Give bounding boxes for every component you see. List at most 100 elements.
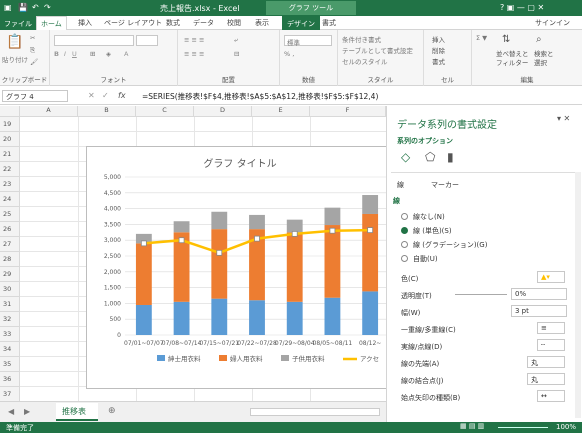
- tab-view[interactable]: 表示: [255, 18, 269, 28]
- row-header[interactable]: 33: [0, 327, 20, 342]
- undo-icon[interactable]: ↶: [32, 3, 39, 12]
- pane-scrollbar[interactable]: [575, 172, 581, 418]
- format-as-table-button[interactable]: テーブルとして書式設定: [342, 45, 413, 55]
- tab-page-layout[interactable]: ページ レイアウト: [104, 18, 162, 28]
- row-header[interactable]: 28: [0, 252, 20, 267]
- row-header[interactable]: 30: [0, 282, 20, 297]
- arrow-button[interactable]: ↔: [537, 390, 565, 402]
- save-icon[interactable]: 💾: [18, 3, 28, 12]
- row-header[interactable]: 34: [0, 342, 20, 357]
- find-select-button-line2[interactable]: 選択: [534, 57, 547, 67]
- row-header[interactable]: 25: [0, 207, 20, 222]
- tab-data[interactable]: データ: [193, 18, 214, 28]
- tab-review[interactable]: 校閲: [227, 18, 241, 28]
- align-top-icon[interactable]: ≡ ≡ ≡: [184, 36, 204, 44]
- corner-select-all[interactable]: [0, 106, 20, 117]
- tab-design[interactable]: デザイン: [282, 16, 320, 30]
- currency-icon[interactable]: % ,: [284, 50, 294, 58]
- sort-icon[interactable]: ⇅: [502, 34, 510, 45]
- view-icons[interactable]: ▦ ▤ ▥: [460, 422, 484, 430]
- paste-button[interactable]: 貼り付け: [2, 54, 28, 64]
- row-header[interactable]: 32: [0, 312, 20, 327]
- row-header[interactable]: 37: [0, 387, 20, 401]
- merge-icon[interactable]: ⊟: [234, 50, 239, 58]
- cap-select[interactable]: 丸: [527, 356, 565, 368]
- redo-icon[interactable]: ↷: [44, 3, 51, 12]
- row-header[interactable]: 27: [0, 237, 20, 252]
- prev-sheet-icon[interactable]: ◀: [8, 407, 14, 416]
- signin-link[interactable]: サインイン: [535, 18, 570, 28]
- cut-icon[interactable]: ✂: [30, 34, 35, 42]
- column-header[interactable]: E: [252, 106, 310, 117]
- sheet-tab-active[interactable]: 推移表: [56, 403, 98, 421]
- radio-no-line[interactable]: [401, 213, 408, 220]
- zoom-slider[interactable]: [498, 427, 548, 428]
- column-header[interactable]: D: [194, 106, 252, 117]
- radio-gradient-line[interactable]: [401, 241, 408, 248]
- color-picker-button[interactable]: ▲▾: [537, 271, 565, 283]
- transparency-input[interactable]: 0%: [511, 288, 567, 300]
- row-header[interactable]: 20: [0, 132, 20, 147]
- fill-color-icon[interactable]: ◈: [106, 50, 111, 58]
- bold-icon[interactable]: B: [54, 50, 59, 58]
- row-header[interactable]: 23: [0, 177, 20, 192]
- find-icon[interactable]: ⌕: [536, 34, 542, 45]
- sort-filter-button-line2[interactable]: フィルター: [496, 57, 528, 67]
- font-name-box[interactable]: [54, 35, 134, 46]
- italic-icon[interactable]: I: [64, 50, 66, 58]
- insert-cells-button[interactable]: 挿入: [432, 34, 445, 44]
- enter-icon[interactable]: ✓: [102, 91, 109, 100]
- delete-cells-button[interactable]: 削除: [432, 45, 445, 55]
- radio-solid-line[interactable]: [401, 227, 408, 234]
- series-options-icon[interactable]: ▮: [447, 150, 454, 164]
- width-input[interactable]: 3 pt: [511, 305, 567, 317]
- cancel-icon[interactable]: ✕: [88, 91, 95, 100]
- fill-line-icon[interactable]: ◇: [401, 150, 410, 164]
- formula-input[interactable]: =SERIES(推移表!$F$4,推移表!$A$5:$A$12,推移表!$F$5…: [142, 91, 378, 102]
- join-select[interactable]: 丸: [527, 373, 565, 385]
- row-header[interactable]: 31: [0, 297, 20, 312]
- cell-styles-button[interactable]: セルのスタイル: [342, 56, 388, 66]
- row-header[interactable]: 36: [0, 372, 20, 387]
- effects-icon[interactable]: ⬠: [425, 150, 435, 164]
- align-left-icon[interactable]: ≡ ≡ ≡: [184, 50, 204, 58]
- tab-insert[interactable]: 挿入: [78, 18, 92, 28]
- row-header[interactable]: 26: [0, 222, 20, 237]
- worksheet[interactable]: A B C D E F グラフ タイトル 0 500 1,000 1,500 2,000 2…: [0, 106, 386, 401]
- copy-icon[interactable]: ⎘: [30, 46, 35, 55]
- radio-automatic[interactable]: [401, 255, 408, 262]
- window-controls[interactable]: ? ▣ — ▢ ✕: [500, 3, 544, 12]
- tab-formulas[interactable]: 数式: [166, 18, 180, 28]
- number-format-box[interactable]: 標準: [284, 35, 332, 47]
- column-header[interactable]: C: [136, 106, 194, 117]
- column-header[interactable]: B: [78, 106, 136, 117]
- font-color-icon[interactable]: A: [124, 50, 128, 58]
- tab-home[interactable]: ホーム: [36, 16, 67, 31]
- dash-button[interactable]: ┄: [537, 339, 565, 351]
- autosum-icon[interactable]: Σ ▼: [476, 34, 487, 42]
- fx-icon[interactable]: fx: [118, 91, 126, 100]
- format-painter-icon[interactable]: 🖌: [30, 58, 38, 66]
- column-header[interactable]: F: [310, 106, 386, 117]
- row-header[interactable]: 21: [0, 147, 20, 162]
- name-box[interactable]: グラフ 4: [2, 90, 68, 102]
- row-header[interactable]: 29: [0, 267, 20, 282]
- line-tab[interactable]: 線: [397, 180, 404, 190]
- border-icon[interactable]: ⊞: [90, 50, 95, 58]
- row-header[interactable]: 22: [0, 162, 20, 177]
- paste-icon[interactable]: 📋: [6, 34, 23, 50]
- compound-button[interactable]: ≡: [537, 322, 565, 334]
- add-sheet-icon[interactable]: ⊕: [108, 406, 116, 416]
- line-section-header[interactable]: 線: [393, 196, 400, 206]
- row-header[interactable]: 24: [0, 192, 20, 207]
- next-sheet-icon[interactable]: ▶: [24, 407, 30, 416]
- column-header[interactable]: A: [20, 106, 78, 117]
- tab-format[interactable]: 書式: [322, 18, 336, 28]
- marker-tab[interactable]: マーカー: [431, 180, 459, 190]
- conditional-format-button[interactable]: 条件付き書式: [342, 34, 381, 44]
- underline-icon[interactable]: U: [72, 50, 77, 58]
- horizontal-scrollbar[interactable]: [250, 408, 380, 416]
- row-header[interactable]: 19: [0, 117, 20, 132]
- chart-area[interactable]: グラフ タイトル 0 500 1,000 1,500 2,000 2,500 3,000 3,5…: [86, 146, 386, 389]
- font-size-box[interactable]: [136, 35, 158, 46]
